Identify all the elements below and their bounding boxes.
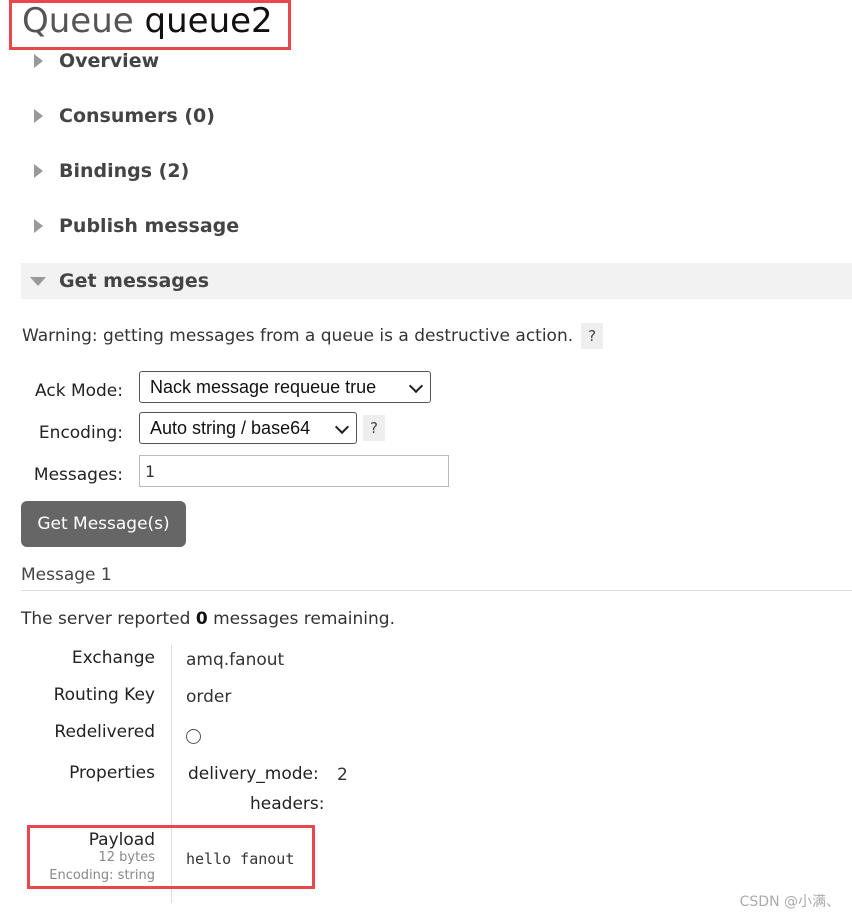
ack-mode-selected: Nack message requeue true <box>150 376 377 397</box>
queue-name: queue2 <box>144 1 273 41</box>
properties-label: Properties <box>69 763 155 783</box>
section-label: Publish message <box>59 215 240 237</box>
redelivered-indicator <box>186 729 201 744</box>
delivery-mode-value: 2 <box>337 765 348 785</box>
exchange-value: amq.fanout <box>186 650 285 670</box>
encoding-label: Encoding: <box>38 423 123 443</box>
page-title-prefix: Queue <box>22 1 134 41</box>
section-overview[interactable]: Overview <box>21 43 852 79</box>
section-publish-message[interactable]: Publish message <box>21 208 852 244</box>
routing-key-value: order <box>186 687 232 707</box>
page-title: Queue queue2 <box>22 0 273 42</box>
destructive-warning: Warning: getting messages from a queue i… <box>22 323 604 349</box>
remaining-prefix: The server reported <box>21 609 191 629</box>
encoding-help-button[interactable]: ? <box>363 415 385 441</box>
exchange-label: Exchange <box>71 648 155 668</box>
headers-label: headers: <box>250 794 325 814</box>
collapsed-arrow-icon <box>33 109 43 123</box>
payload-encoding: Encoding: string <box>49 868 155 883</box>
messages-label: Messages: <box>33 465 123 485</box>
ack-mode-label: Ack Mode: <box>35 381 123 401</box>
get-messages-button[interactable]: Get Message(s) <box>21 501 186 547</box>
collapsed-arrow-icon <box>33 164 43 178</box>
ack-mode-select[interactable]: Nack message requeue true <box>139 371 431 403</box>
collapsed-arrow-icon <box>33 219 43 233</box>
section-consumers[interactable]: Consumers (0) <box>21 98 852 134</box>
section-label: Overview <box>59 50 160 72</box>
section-label: Consumers (0) <box>59 105 215 127</box>
encoding-selected: Auto string / base64 <box>150 417 311 438</box>
chevron-down-icon <box>334 419 350 435</box>
watermark: CSDN @小满、 <box>739 894 840 910</box>
delivery-mode-label: delivery_mode: <box>188 764 319 784</box>
payload-label: Payload <box>88 830 155 850</box>
remaining-suffix: messages remaining. <box>213 609 395 629</box>
message-heading: Message 1 <box>21 565 112 585</box>
remaining-count: 0 <box>195 609 208 629</box>
payload-size: 12 bytes <box>98 850 156 865</box>
section-label: Bindings (2) <box>59 160 190 182</box>
warning-help-button[interactable]: ? <box>581 323 604 349</box>
warning-text: Warning: getting messages from a queue i… <box>22 326 574 346</box>
chevron-down-icon <box>408 378 424 394</box>
remaining-messages-text: The server reported 0 messages remaining… <box>21 609 395 629</box>
expanded-arrow-icon <box>30 276 46 286</box>
divider <box>21 590 852 591</box>
payload-value: hello fanout <box>186 850 295 868</box>
section-label: Get messages <box>59 270 210 292</box>
encoding-select[interactable]: Auto string / base64 <box>139 412 357 444</box>
routing-key-label: Routing Key <box>53 685 155 705</box>
redelivered-label: Redelivered <box>54 722 155 742</box>
section-bindings[interactable]: Bindings (2) <box>21 153 852 189</box>
collapsed-arrow-icon <box>33 54 43 68</box>
messages-count-input[interactable] <box>139 455 449 487</box>
section-get-messages[interactable]: Get messages <box>21 263 852 299</box>
